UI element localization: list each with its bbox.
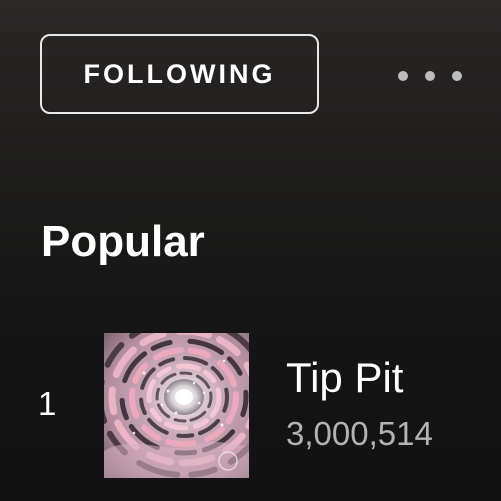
more-dot-icon	[398, 71, 408, 81]
following-button-label: FOLLOWING	[83, 58, 276, 89]
more-options-button[interactable]	[398, 64, 462, 88]
more-dot-icon	[452, 71, 462, 81]
album-cover-image	[104, 333, 249, 478]
more-dot-icon	[425, 71, 435, 81]
following-button[interactable]: FOLLOWING	[40, 34, 319, 114]
artist-page: FOLLOWING Popular 1 Tip Pit 3,000,514	[0, 0, 501, 501]
track-title: Tip Pit	[286, 354, 404, 401]
popular-section-title: Popular	[41, 217, 205, 266]
track-row[interactable]: 1 Tip Pit 3,000,514	[0, 328, 501, 478]
track-play-count: 3,000,514	[286, 415, 433, 452]
track-rank: 1	[38, 385, 57, 422]
